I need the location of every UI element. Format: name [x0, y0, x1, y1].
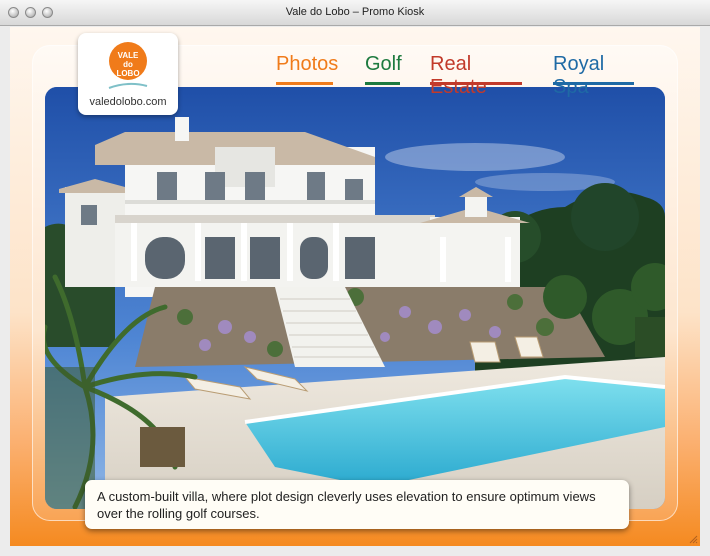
villa-photo	[45, 87, 665, 509]
window-title: Vale do Lobo – Promo Kiosk	[285, 6, 425, 18]
logo-card[interactable]: VALE do LOBO valedolobo.com	[78, 33, 178, 115]
vale-do-lobo-logo: VALE do LOBO	[109, 42, 147, 80]
nav-royal-spa-underline	[553, 82, 634, 85]
villa-photo-illustration	[45, 87, 665, 509]
nav-golf-underline	[365, 82, 400, 85]
kiosk-content: VALE do LOBO valedolobo.com Photos Golf …	[10, 27, 700, 546]
photo-caption: A custom-built villa, where plot design …	[85, 480, 629, 529]
nav-real-estate[interactable]: Real Estate	[430, 53, 522, 98]
kiosk-window: Vale do Lobo – Promo Kiosk VALE do LOBO …	[0, 0, 710, 556]
title-bar[interactable]: Vale do Lobo – Promo Kiosk	[0, 0, 710, 26]
resize-grip-icon[interactable]	[688, 534, 698, 544]
logo-line-3: LOBO	[116, 69, 140, 78]
nav-real-estate-label: Real Estate	[430, 53, 487, 98]
nav-golf-label: Golf	[365, 53, 402, 75]
nav-royal-spa-label: Royal Spa	[553, 53, 605, 98]
logo-line-1: VALE	[117, 51, 139, 60]
nav-photos[interactable]: Photos	[276, 53, 339, 85]
nav-real-estate-underline	[430, 82, 522, 85]
logo-line-2: do	[123, 60, 133, 69]
nav-golf[interactable]: Golf	[365, 53, 402, 85]
nav-royal-spa[interactable]: Royal Spa	[553, 53, 634, 98]
logo-url: valedolobo.com	[89, 96, 167, 108]
nav-photos-underline	[276, 82, 333, 85]
logo-swoosh-icon	[108, 82, 148, 89]
nav-photos-label: Photos	[276, 53, 339, 75]
